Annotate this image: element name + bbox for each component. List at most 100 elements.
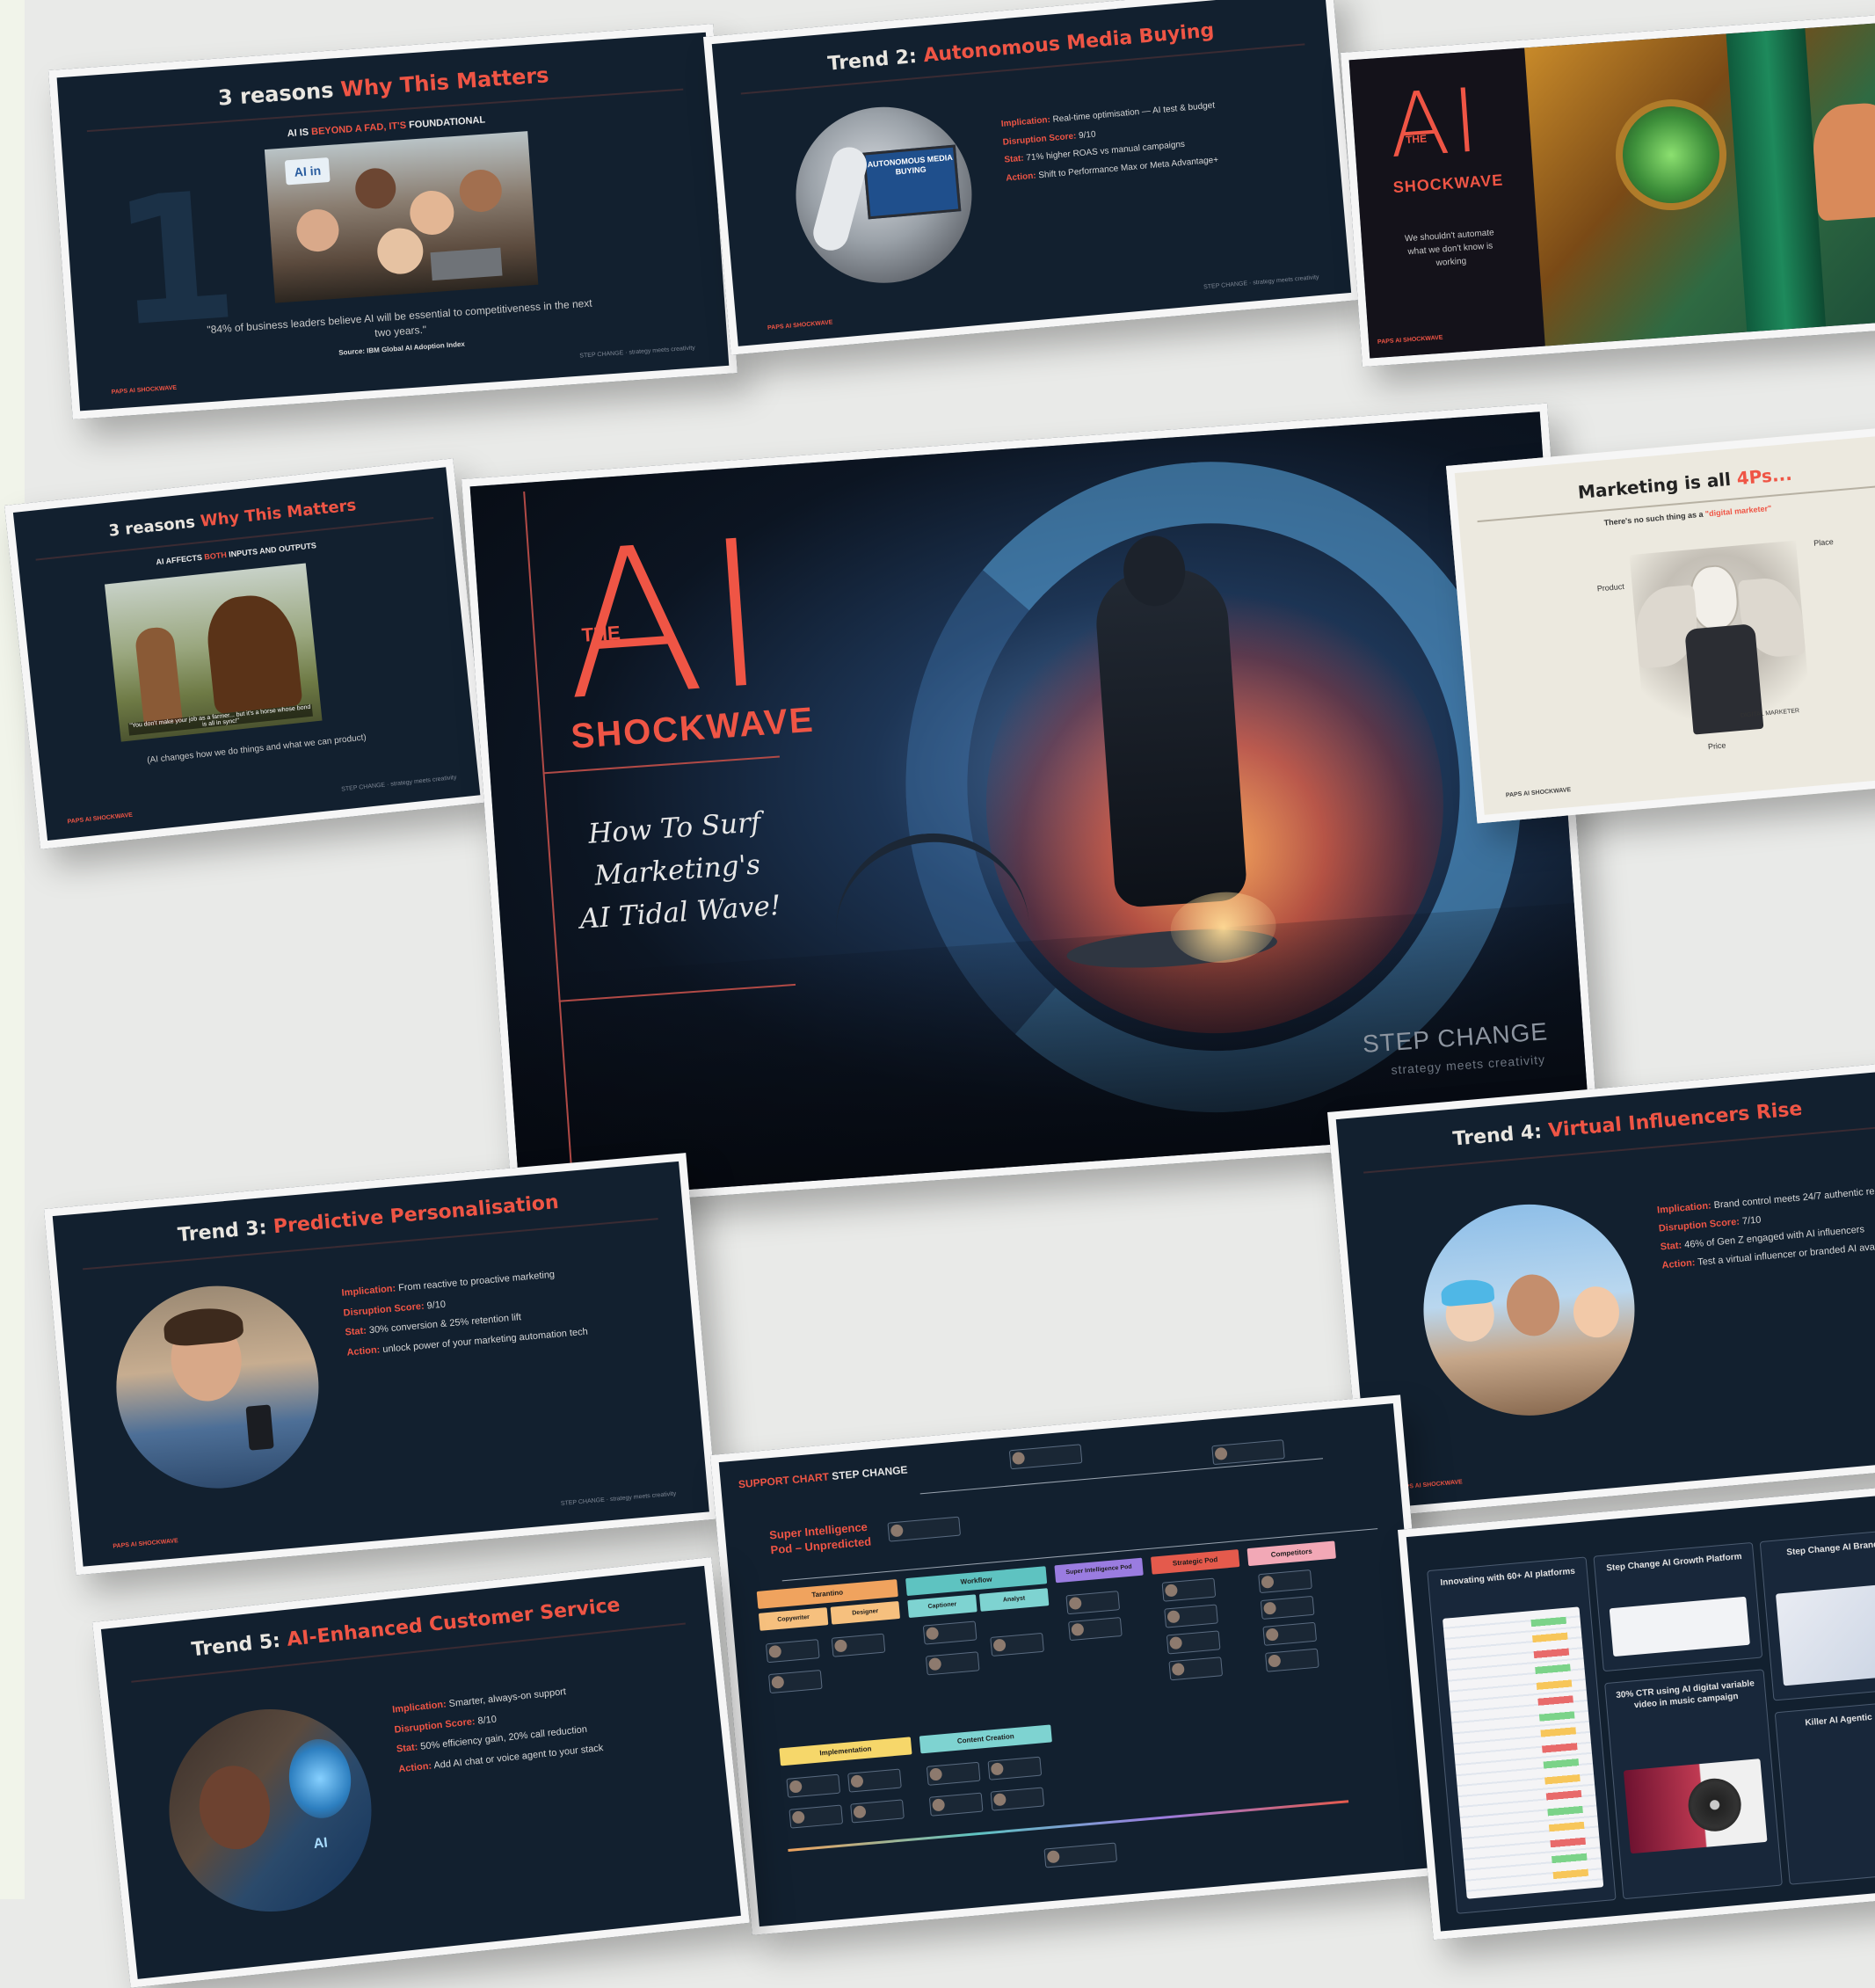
slide-brand: STEP CHANGE · strategy meets creativity: [579, 345, 696, 360]
col-header-super-intelligence[interactable]: Super Intelligence Pod: [1054, 1557, 1144, 1584]
color-tags: [1530, 1616, 1589, 1883]
wizard-man: [1810, 100, 1875, 222]
title-prefix: Trend 3:: [177, 1216, 275, 1247]
label-price: Price: [1707, 740, 1726, 752]
org-title-suffix: STEP CHANGE: [831, 1463, 909, 1483]
org-node[interactable]: [1065, 1591, 1121, 1615]
oz-ai-word: AI: [1384, 69, 1486, 178]
hero-the-word: THE: [580, 621, 621, 646]
subcol-analyst[interactable]: Analyst: [978, 1588, 1050, 1612]
panel-growth-platform: Step Change AI Growth Platform: [1593, 1541, 1763, 1672]
trend-bullets: Implication: Smarter, always-on support …: [391, 1669, 697, 1779]
slide-footer: PAPS AI SHOCKWAVE: [1505, 787, 1572, 799]
org-node[interactable]: [990, 1787, 1045, 1811]
bottom-header-content[interactable]: Content Creation: [919, 1724, 1052, 1754]
org-node[interactable]: [1264, 1648, 1319, 1672]
slide-oz-illustration: AI THE SHOCKWAVE We shouldn't automate w…: [1341, 12, 1875, 368]
org-node[interactable]: [767, 1669, 823, 1694]
person-4: [458, 168, 504, 214]
org-node[interactable]: [1258, 1569, 1312, 1594]
org-node[interactable]: [987, 1756, 1043, 1780]
org-node-bottom[interactable]: [1043, 1842, 1118, 1868]
panel-title: Step Change AI Growth Platform: [1605, 1552, 1742, 1574]
org-node[interactable]: [1068, 1617, 1123, 1642]
oz-the-word: THE: [1405, 132, 1428, 147]
subcol-copywriter[interactable]: Copywriter: [758, 1607, 829, 1631]
org-node[interactable]: [1161, 1577, 1217, 1602]
org-node[interactable]: [928, 1792, 984, 1817]
org-node[interactable]: [789, 1804, 844, 1829]
ai-hologram-head: [285, 1736, 355, 1822]
subtitle-prefix: AI AFFECTS: [155, 552, 205, 567]
org-node[interactable]: [831, 1633, 886, 1657]
trend-bullets: Implication: Brand control meets 24/7 au…: [1656, 1180, 1875, 1275]
laptop: [430, 247, 503, 281]
subtitle-suffix: INPUTS AND OUTPUTS: [226, 541, 317, 559]
label-place: Place: [1813, 536, 1835, 548]
title-accent: Why This Matters: [199, 496, 358, 531]
org-node[interactable]: [1164, 1604, 1218, 1628]
title-prefix: Trend 2:: [826, 45, 925, 76]
panel-title: Step Change AI Brand HQ: [1785, 1539, 1875, 1558]
robot-arm: [809, 143, 871, 255]
subtitle-accent: BEYOND A FAD, IT'S: [310, 120, 407, 138]
org-node[interactable]: [926, 1761, 981, 1786]
man-with-phone-photo: [107, 1277, 327, 1497]
slide-trend-5: Trend 5: AI-Enhanced Customer Service AI…: [92, 1556, 750, 1988]
title-accent: Virtual Influencers Rise: [1547, 1097, 1804, 1143]
org-node[interactable]: [765, 1639, 820, 1664]
org-node-pod-lead[interactable]: [887, 1516, 962, 1542]
org-node[interactable]: [922, 1620, 977, 1645]
hologram-label: AI: [312, 1835, 329, 1853]
video-campaign-screenshot: [1623, 1759, 1768, 1854]
panel-ctr-campaign: 30% CTR using AI digital variable video …: [1604, 1669, 1783, 1900]
org-node[interactable]: [990, 1632, 1044, 1657]
col-header-competitors[interactable]: Competitors: [1246, 1540, 1336, 1567]
avatar-girl: [1571, 1285, 1622, 1340]
slide-brand: STEP CHANGE · strategy meets creativity: [341, 775, 457, 793]
caption-text: (AI changes how we do things and what we…: [146, 732, 367, 766]
slide-ai-platforms: Innovating with 60+ AI platforms Step Ch…: [1398, 1482, 1875, 1941]
panel-title: 30% CTR using AI digital variable video …: [1615, 1679, 1755, 1711]
oz-quote: We shouldn't automate what we don't know…: [1404, 228, 1494, 268]
org-node[interactable]: [786, 1773, 841, 1798]
vinyl-record: [1686, 1776, 1744, 1834]
screen-text: AUTONOMOUS MEDIA BUYING: [867, 152, 954, 177]
subcol-captioner[interactable]: Captioner: [907, 1594, 977, 1619]
brand-hq-screenshot: [1775, 1582, 1875, 1686]
org-node[interactable]: [1166, 1630, 1221, 1655]
slide-hero-ai-shockwave: AI THE SHOCKWAVE How To Surf Marketing's…: [461, 403, 1599, 1210]
col-header-strategic[interactable]: Strategic Pod: [1150, 1549, 1240, 1575]
slide-footer: PAPS AI SHOCKWAVE: [113, 1538, 179, 1550]
org-node-top-lead[interactable]: [1008, 1444, 1083, 1470]
org-node-top-right[interactable]: [1211, 1439, 1285, 1466]
slide-footer: PAPS AI SHOCKWAVE: [111, 384, 178, 396]
panel-title: Innovating with 60+ AI platforms: [1440, 1566, 1576, 1588]
title-accent: 4Ps...: [1735, 462, 1793, 490]
org-node[interactable]: [1262, 1621, 1318, 1646]
slide-collage: 3 reasons Why This Matters AI IS BEYOND …: [0, 0, 1875, 1988]
slide-title: Trend 2: Autonomous Media Buying: [714, 10, 1329, 85]
title-prefix: Marketing is all: [1576, 468, 1738, 503]
phone: [245, 1404, 274, 1451]
title-prefix: 3 reasons: [217, 76, 342, 111]
org-node[interactable]: [1168, 1657, 1224, 1681]
subcol-designer[interactable]: Designer: [830, 1600, 901, 1625]
subtitle-suffix: FOUNDATIONAL: [405, 114, 486, 131]
slide-marketing-4ps: Marketing is all 4Ps... There's no such …: [1446, 425, 1875, 824]
slide-org-chart: SUPPORT CHART STEP CHANGE Super Intellig…: [710, 1395, 1443, 1935]
org-title: SUPPORT CHART STEP CHANGE: [738, 1464, 908, 1491]
bottom-header-implementation[interactable]: Implementation: [779, 1737, 912, 1766]
title-accent: Why This Matters: [339, 62, 550, 102]
platform-list-screenshot: [1442, 1606, 1604, 1899]
celebrating-team-photo: AI in: [264, 131, 539, 303]
trend-bullets: Implication: Real-time optimisation — AI…: [1000, 90, 1305, 187]
slide-brand: STEP CHANGE · strategy meets creativity: [1203, 273, 1319, 291]
org-node[interactable]: [1260, 1595, 1315, 1620]
title-accent: AI-Enhanced Customer Service: [286, 1594, 621, 1651]
org-node[interactable]: [925, 1651, 980, 1676]
panel-agentic-nudges: Killer AI Agentic nudges: [1774, 1698, 1875, 1885]
slide-why-matters-2: 3 reasons Why This Matters AI AFFECTS BO…: [4, 458, 490, 849]
org-node[interactable]: [850, 1799, 905, 1824]
org-node[interactable]: [847, 1768, 902, 1793]
